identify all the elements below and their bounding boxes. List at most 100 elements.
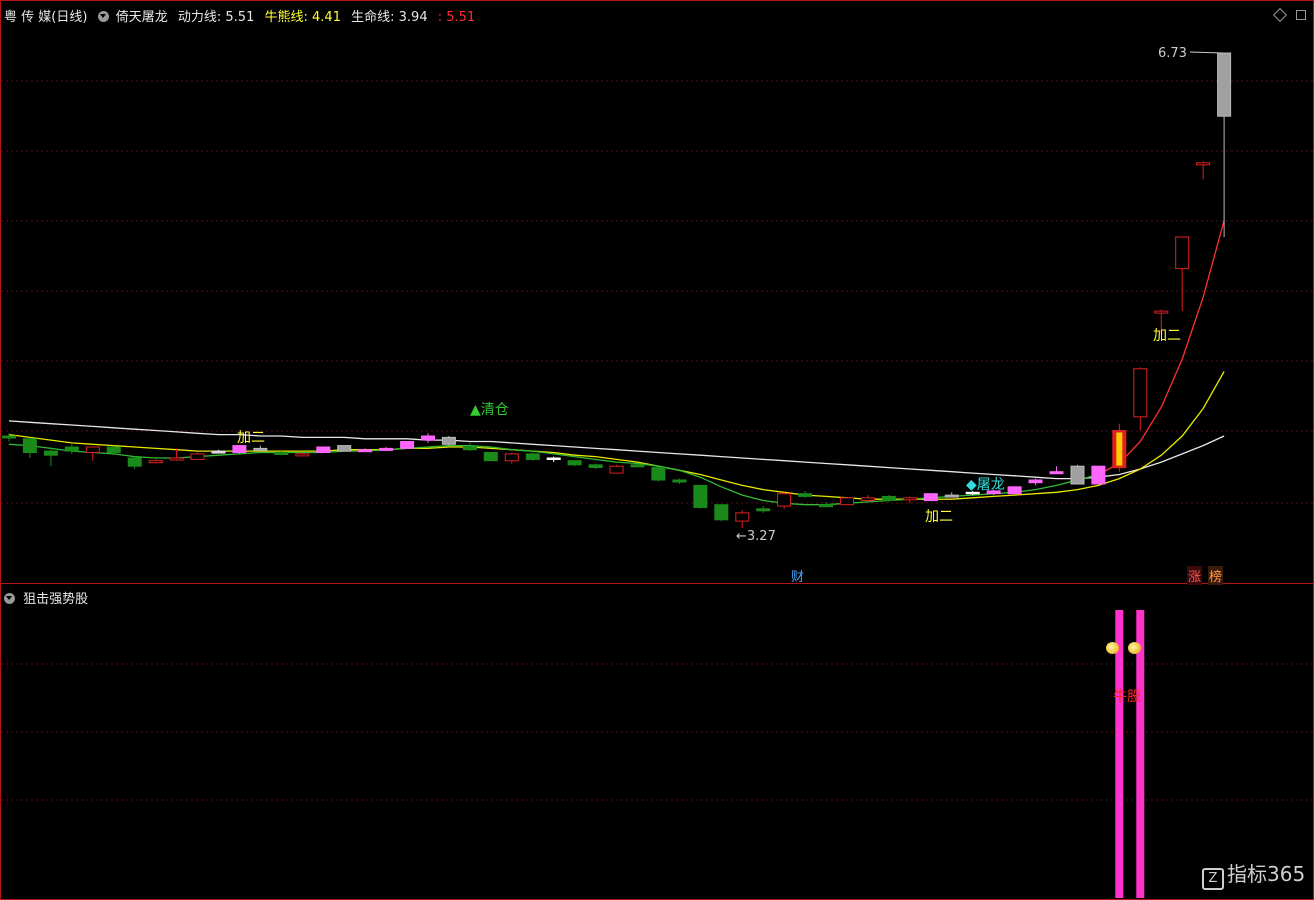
candle <box>2 433 16 442</box>
candle-body <box>840 497 854 506</box>
candle <box>1007 486 1022 495</box>
candle <box>881 495 896 502</box>
diamond-signal-icon: ◆ <box>966 477 977 493</box>
candle-body <box>358 449 373 453</box>
candle <box>735 510 750 528</box>
candle <box>714 504 729 522</box>
candle-body <box>148 460 163 464</box>
extra-value: : 5.51 <box>437 10 476 25</box>
candle-body <box>441 436 456 445</box>
signal-clear-position: ▲清仓 <box>470 399 509 419</box>
power-line-label: 动力线: <box>177 10 222 25</box>
candle <box>400 441 415 449</box>
candle-body <box>337 445 352 452</box>
candle-body <box>567 460 582 466</box>
candle <box>840 497 854 506</box>
badge-finance[interactable]: 财 <box>791 566 804 585</box>
panel-menu-icon[interactable] <box>1296 10 1306 20</box>
candle-body <box>777 493 792 507</box>
candle-body <box>190 453 205 460</box>
candle <box>567 460 582 467</box>
candle-body <box>672 479 687 483</box>
sub-indicator-name[interactable]: 狙击强势股 <box>23 592 88 607</box>
candle <box>421 433 435 443</box>
indicator-dropdown-icon[interactable] <box>97 11 109 22</box>
chart-header: 粤 传 媒(日线) 倚天屠龙 动力线: 5.51 牛熊线: 4.41 生命线: … <box>4 6 475 25</box>
candle-body <box>819 504 833 508</box>
candle-stripe <box>1116 432 1123 466</box>
candle <box>1175 236 1190 312</box>
badge-list[interactable]: 榜 <box>1208 566 1224 585</box>
life-line-label: 生命线: <box>351 10 395 25</box>
candle-body <box>651 467 666 481</box>
life-line-value: 3.94 <box>398 10 428 25</box>
candle-body <box>85 446 100 453</box>
sub-indicator-dropdown-icon[interactable] <box>4 593 15 604</box>
candle-body <box>860 497 875 501</box>
candle <box>944 492 959 498</box>
candle-body <box>421 435 435 441</box>
candle-body <box>1091 465 1106 485</box>
candle <box>483 452 498 462</box>
watermark-logo-icon: Z <box>1202 868 1224 890</box>
candle-body <box>316 446 331 453</box>
indicator-name[interactable]: 倚天屠龙 <box>116 10 168 25</box>
candle <box>1196 161 1211 180</box>
sub-panel-header: 狙击强势股 <box>4 588 88 607</box>
stock-name[interactable]: 粤 传 媒(日线) <box>4 10 87 25</box>
candle <box>860 495 875 502</box>
coin-icon <box>1106 642 1119 654</box>
high-leader <box>1189 51 1223 54</box>
signal-add-two-3: 加二 <box>1153 328 1181 344</box>
candle-body <box>22 438 37 453</box>
candle-body <box>1154 310 1169 314</box>
stock-chart <box>0 0 1314 900</box>
candle-body <box>588 464 603 468</box>
candle-body <box>1133 368 1148 418</box>
watermark: Z 指标365 <box>1202 858 1305 890</box>
candle-body <box>483 452 498 462</box>
candle <box>1070 464 1085 485</box>
sub-panel-bars <box>1115 610 1145 898</box>
candle-body <box>714 504 729 521</box>
candle <box>609 464 624 474</box>
candle <box>546 456 561 463</box>
candle-body <box>1217 52 1232 117</box>
candle <box>441 436 456 446</box>
candle-body <box>1028 479 1043 484</box>
candle <box>127 456 142 469</box>
candle <box>462 442 477 452</box>
candle <box>190 452 205 460</box>
candle-body <box>1175 236 1190 270</box>
candle-body <box>64 446 79 452</box>
candle-body <box>735 512 750 522</box>
candle <box>923 493 938 502</box>
candle <box>211 449 226 454</box>
candle <box>316 446 331 453</box>
candle <box>588 463 603 469</box>
signal-add-two-1: 加二 <box>237 430 265 446</box>
badge-rise[interactable]: 涨 <box>1187 566 1203 585</box>
candle-body <box>253 447 268 451</box>
candle-body <box>295 453 310 457</box>
candle-body <box>1049 471 1064 475</box>
candle <box>43 447 58 467</box>
candle <box>1091 465 1106 485</box>
candle <box>85 446 100 461</box>
candle-body <box>127 457 142 467</box>
signal-dragon: ◆屠龙 <box>966 474 1005 494</box>
candle-body <box>2 435 16 439</box>
candle <box>693 484 708 509</box>
signal-bar <box>1115 610 1124 898</box>
candle-body <box>1070 465 1085 485</box>
indicator-lines <box>8 220 1225 506</box>
candle <box>1112 423 1127 472</box>
signal-label: 屠龙 <box>976 477 1005 493</box>
candle-body <box>756 508 771 512</box>
candle <box>379 447 394 452</box>
candle <box>1049 466 1064 475</box>
candlestick-series <box>2 51 1232 528</box>
candle <box>902 496 917 504</box>
bull-line-label: 牛熊线: <box>264 10 308 25</box>
candle <box>1217 52 1232 237</box>
